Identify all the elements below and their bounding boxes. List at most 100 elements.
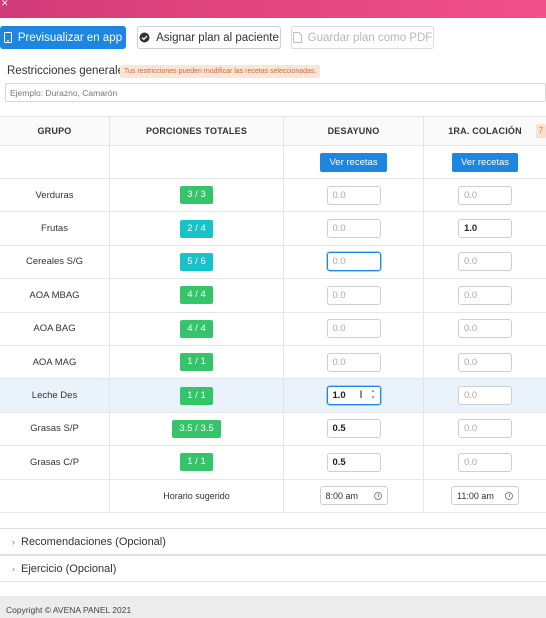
recomendaciones-label: Recomendaciones (Opcional)	[21, 535, 166, 548]
preview-label: Previsualizar en app	[17, 31, 123, 44]
desayuno-input[interactable]: 0.5	[326, 452, 381, 472]
copyright-text: Copyright © AVENA PANEL 2021	[6, 605, 132, 615]
colacion-count-badge: 7	[536, 124, 546, 138]
table-row: Leche Des 1 / 1 1.0 I ▲ ▼ 0.0	[0, 379, 546, 413]
header-grupo: GRUPO	[37, 126, 72, 136]
colacion-input[interactable]: 1.0	[458, 219, 512, 239]
header-desayuno: DESAYUNO	[327, 126, 380, 136]
ver-recetas-row: Ver recetas Ver recetas	[0, 146, 546, 179]
assign-label: Asignar plan al paciente	[156, 31, 279, 44]
colacion-value: 1.0	[464, 223, 478, 235]
desayuno-value: 0.0	[332, 289, 346, 301]
group-name: Grasas C/P	[29, 456, 80, 468]
table-row: Grasas C/P 1 / 1 0.5 0.0	[0, 446, 546, 480]
file-pdf-icon	[292, 32, 302, 43]
group-name: Frutas	[41, 223, 68, 235]
portions-badge: 3.5 / 3.5	[172, 419, 221, 438]
chevron-right-icon: ›	[12, 536, 15, 547]
restrictions-input[interactable]	[5, 83, 546, 102]
portions-badge: 1 / 1	[180, 386, 213, 405]
table-row: Grasas S/P 3.5 / 3.5 0.5 0.0	[0, 412, 546, 447]
colacion-input[interactable]: 0.0	[458, 185, 512, 205]
colacion-value: 0.0	[464, 356, 478, 368]
restrictions-warning-badge: Tus restricciones pueden modificar las r…	[120, 65, 321, 78]
portions-badge: 4 / 4	[180, 286, 213, 305]
colacion-value: 0.0	[464, 256, 478, 268]
top-color-bar: ✕	[0, 0, 546, 18]
table-row: Cereales S/G 5 / 6 0.0 0.0	[0, 245, 546, 280]
recomendaciones-accordion[interactable]: › Recomendaciones (Opcional)	[0, 528, 546, 555]
restrictions-label: Restricciones generales:	[7, 65, 133, 77]
header-porciones: PORCIONES TOTALES	[145, 126, 248, 136]
portions-badge: 1 / 1	[180, 453, 213, 472]
clock-icon	[505, 491, 513, 500]
save-pdf-button[interactable]: Guardar plan como PDF	[291, 26, 434, 49]
desayuno-time-input[interactable]: 8:00 am	[319, 486, 388, 505]
desayuno-input[interactable]: 0.0	[326, 219, 381, 239]
colacion-value: 0.0	[464, 456, 478, 468]
colacion-time-value: 11:00 am	[457, 490, 494, 501]
ver-recetas-colacion-button[interactable]: Ver recetas	[451, 152, 519, 172]
desayuno-input[interactable]: 0.5	[326, 419, 381, 439]
portions-badge: 5 / 6	[180, 252, 213, 271]
ejercicio-accordion[interactable]: › Ejercicio (Opcional)	[0, 555, 546, 582]
colacion-value: 0.0	[464, 323, 478, 335]
table-row: AOA MAG 1 / 1 0.0 0.0	[0, 346, 546, 380]
desayuno-input[interactable]: 0.0	[326, 185, 381, 205]
ejercicio-label: Ejercicio (Opcional)	[21, 562, 117, 575]
group-name: Leche Des	[31, 390, 78, 402]
table-row: AOA BAG 4 / 4 0.0 0.0	[0, 312, 546, 346]
desayuno-value: 0.0	[332, 323, 346, 335]
desayuno-value: 0.5	[332, 423, 346, 435]
group-name: Cereales S/G	[25, 256, 84, 268]
portions-badge: 2 / 4	[180, 219, 213, 238]
desayuno-input[interactable]: 0.0	[326, 285, 381, 305]
desayuno-value: 0.5	[332, 456, 346, 468]
group-name: AOA MAG	[32, 356, 77, 368]
table-header: GRUPO PORCIONES TOTALES DESAYUNO 1RA. CO…	[0, 116, 546, 146]
clock-icon	[373, 491, 382, 500]
preview-in-app-button[interactable]: Previsualizar en app	[0, 26, 126, 49]
phone-icon	[3, 32, 12, 43]
group-name: Grasas S/P	[30, 423, 79, 435]
desayuno-value: 0.0	[332, 189, 346, 201]
group-name: AOA BAG	[33, 323, 76, 335]
portions-badge: 3 / 3	[180, 186, 213, 205]
desayuno-value: 0.0	[332, 223, 346, 235]
table-row: Frutas 2 / 4 0.0 1.0	[0, 212, 546, 246]
desayuno-input[interactable]: 0.0	[326, 252, 381, 272]
colacion-input[interactable]: 0.0	[458, 452, 512, 472]
colacion-input[interactable]: 0.0	[458, 386, 512, 406]
portions-badge: 4 / 4	[180, 319, 213, 338]
horario-row: Horario sugerido 8:00 am 11:00 am	[0, 479, 546, 513]
close-icon[interactable]: ✕	[1, 0, 9, 9]
horario-label: Horario sugerido	[163, 490, 230, 501]
colacion-value: 0.0	[464, 189, 478, 201]
colacion-input[interactable]: 0.0	[458, 252, 512, 272]
header-colacion: 1RA. COLACIÓN	[448, 126, 522, 136]
colacion-input[interactable]: 0.0	[458, 319, 512, 339]
table-row: Verduras 3 / 3 0.0 0.0	[0, 179, 546, 213]
text-cursor-icon: I	[359, 389, 363, 402]
portions-badge: 1 / 1	[180, 353, 213, 372]
assign-plan-button[interactable]: Asignar plan al paciente	[137, 26, 281, 49]
desayuno-time-value: 8:00 am	[325, 490, 359, 501]
desayuno-input[interactable]: 0.0	[326, 352, 381, 372]
colacion-input[interactable]: 0.0	[458, 285, 512, 305]
desayuno-value: 0.0	[332, 356, 346, 368]
colacion-time-input[interactable]: 11:00 am	[451, 486, 519, 505]
colacion-input[interactable]: 0.0	[458, 419, 512, 439]
colacion-value: 0.0	[464, 423, 478, 435]
colacion-input[interactable]: 0.0	[458, 352, 512, 372]
desayuno-input[interactable]: 1.0 I ▲ ▼	[326, 386, 381, 406]
group-name: AOA MBAG	[29, 289, 80, 301]
pdf-label: Guardar plan como PDF	[307, 31, 433, 44]
number-spinner[interactable]: ▲ ▼	[369, 388, 378, 403]
desayuno-input[interactable]: 0.0	[326, 319, 381, 339]
group-name: Verduras	[35, 189, 74, 201]
table-row: AOA MBAG 4 / 4 0.0 0.0	[0, 279, 546, 313]
colacion-value: 0.0	[464, 390, 478, 402]
footer: Copyright © AVENA PANEL 2021	[0, 596, 546, 618]
desayuno-value: 1.0	[332, 390, 346, 402]
ver-recetas-desayuno-button[interactable]: Ver recetas	[320, 152, 387, 172]
